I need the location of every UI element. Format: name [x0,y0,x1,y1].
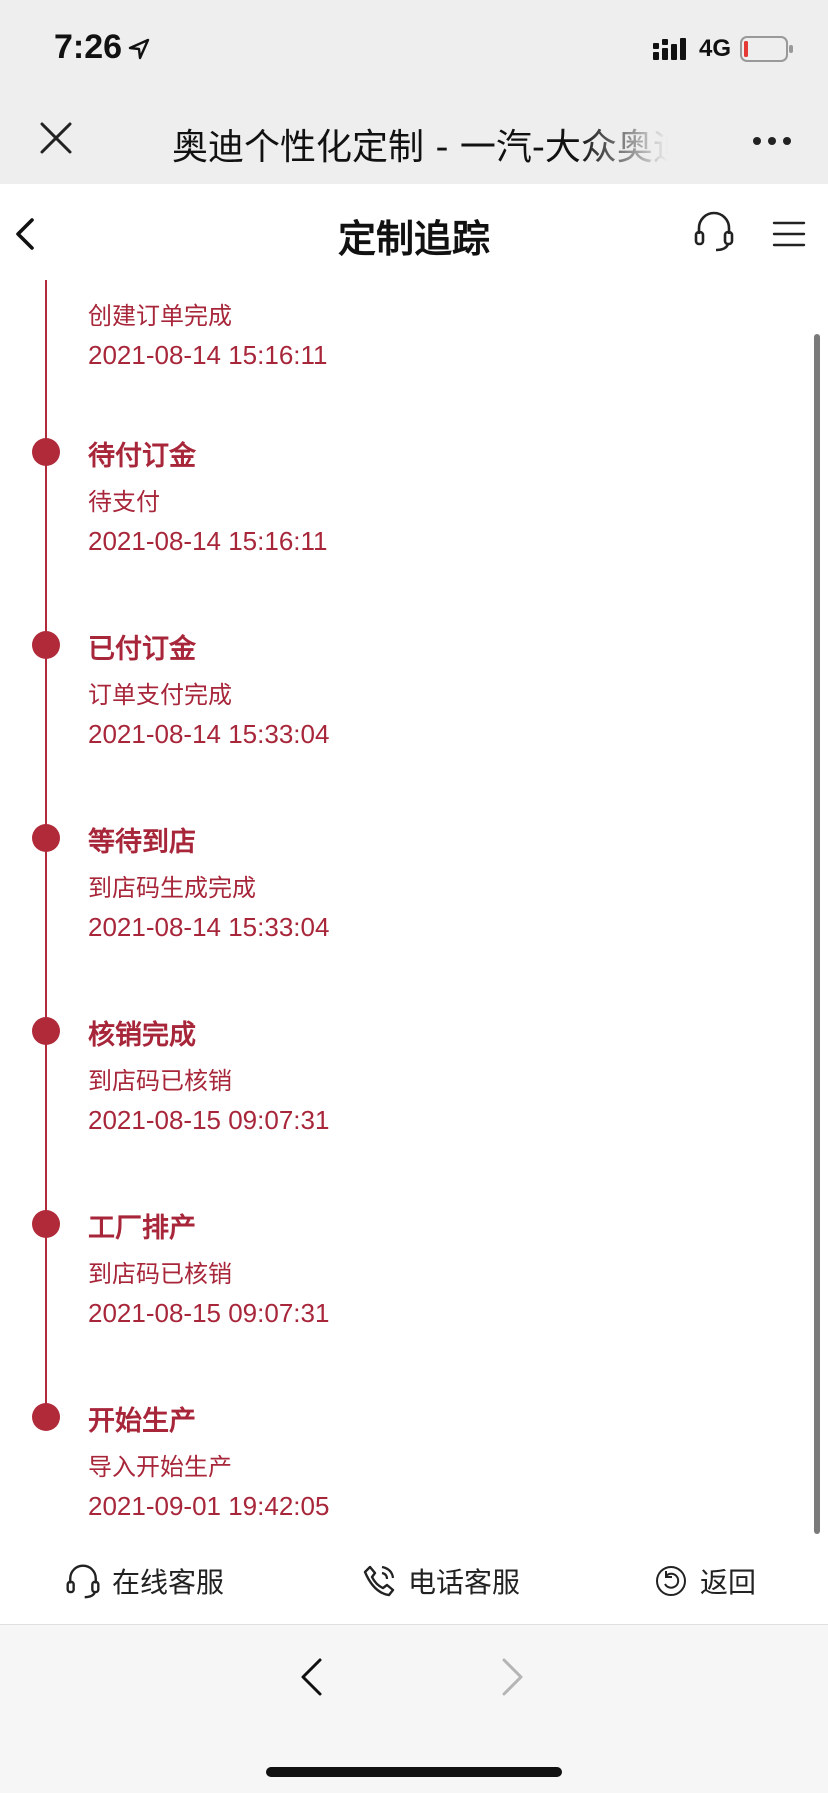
timeline-item-desc: 到店码已核销 [88,1260,232,1288]
tracking-timeline: 创建订单完成 2021-08-14 15:16:11 待付订金 待支付 2021… [0,280,828,1542]
timeline-item-title: 待付订金 [88,441,196,472]
signal-icon [653,38,686,60]
more-icon[interactable] [752,136,792,146]
timeline-item-time: 2021-08-14 15:16:11 [88,526,328,556]
timeline-item-desc: 待支付 [88,488,160,516]
timeline-item-desc: 导入开始生产 [88,1453,232,1481]
phone-service-label: 电话客服 [408,1566,521,1599]
return-icon [656,1566,686,1596]
headset-icon [66,1564,100,1599]
timeline-dot [32,1210,60,1238]
timeline-item-title: 开始生产 [88,1406,196,1437]
timeline-item-title: 核销完成 [88,1020,196,1051]
timeline-dot [32,438,60,466]
location-arrow-icon [128,38,150,60]
timeline-item-desc: 创建订单完成 [88,302,232,330]
top-bar: 7:26 4G 奥迪个性化定制 - 一汽-大众奥迪 [0,0,828,184]
timeline-item-desc: 到店码已核销 [88,1067,232,1095]
timeline-dot [32,824,60,852]
scrollbar[interactable] [814,334,820,1534]
timeline-dot [32,1017,60,1045]
wechat-page-title: 奥迪个性化定制 - 一汽-大众奥迪 [172,127,668,164]
timeline-item-title: 工厂排产 [88,1213,196,1244]
timeline-item-desc: 订单支付完成 [88,681,232,709]
online-service-label: 在线客服 [112,1566,225,1599]
network-label: 4G [699,35,732,62]
nav-forward-icon[interactable] [500,1657,526,1697]
page-header: 定制追踪 [0,184,828,280]
timeline-item-time: 2021-08-15 09:07:31 [88,1298,330,1328]
timeline-item-time: 2021-08-15 09:07:31 [88,1105,330,1135]
timeline-item-title: 等待到店 [88,827,196,858]
menu-icon[interactable] [772,220,806,248]
timeline-item-time: 2021-08-14 15:16:11 [88,340,328,370]
battery-icon [740,36,793,62]
timeline-item-time: 2021-08-14 15:33:04 [88,912,330,942]
timeline-dot [32,631,60,659]
phone-service-button[interactable]: 电话客服 [362,1556,520,1606]
timeline-item-desc: 到店码生成完成 [88,874,256,902]
headset-icon[interactable] [694,210,734,252]
status-time: 7:26 [54,28,123,66]
timeline-item-time: 2021-09-01 19:42:05 [88,1491,330,1521]
return-label: 返回 [700,1566,757,1599]
phone-icon [363,1565,395,1597]
service-bar: 在线客服 电话客服 返回 [0,1542,828,1624]
browser-bottom-nav [0,1624,828,1793]
timeline-item-title: 已付订金 [88,634,196,665]
close-icon[interactable] [38,120,74,156]
home-indicator [266,1767,562,1777]
timeline-item-time: 2021-08-14 15:33:04 [88,719,330,749]
return-button[interactable]: 返回 [654,1556,756,1606]
online-service-button[interactable]: 在线客服 [66,1556,224,1606]
timeline-dot [32,1403,60,1431]
nav-back-icon[interactable] [298,1657,324,1697]
